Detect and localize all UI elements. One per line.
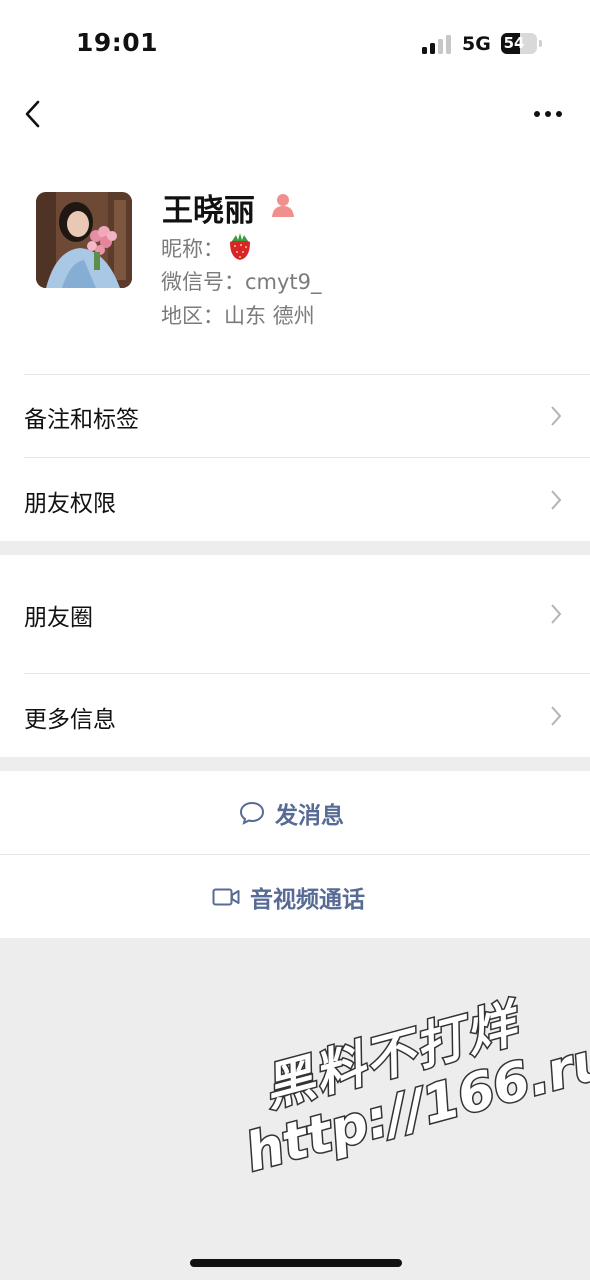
battery-tip [539,40,542,47]
video-camera-icon [212,888,240,905]
more-info-row[interactable]: 更多信息 [0,674,590,757]
female-user-icon [272,194,294,217]
status-time: 19:01 [76,28,159,57]
chevron-right-icon [551,406,562,426]
chat-bubble-icon [239,801,265,825]
chevron-left-icon [25,100,40,128]
battery-icon: 54 [501,33,537,54]
nav-bar [0,88,590,158]
more-info-label: 更多信息 [24,707,116,733]
chevron-right-icon [551,490,562,510]
watermark-line-2: http://166.run [238,1018,590,1185]
remarks-tags-row[interactable]: 备注和标签 [0,374,590,457]
menu-group-1: 备注和标签 朋友权限 [0,374,590,541]
more-horizontal-icon [534,111,562,117]
battery-percent: 54 [503,34,525,52]
watermark-line-1: 黑料不打烊 [256,993,525,1119]
remarks-tags-label: 备注和标签 [24,407,139,433]
avatar-photo [36,192,132,288]
video-call-button[interactable]: 音视频通话 [0,855,590,938]
nickname-label: 昵称： [161,237,224,261]
avatar[interactable] [36,192,132,288]
friend-permissions-label: 朋友权限 [24,491,116,517]
strawberry-emoji [230,233,250,260]
moments-row[interactable]: 朋友圈 [0,555,590,673]
friend-permissions-row[interactable]: 朋友权限 [0,458,590,541]
chevron-right-icon [551,706,562,726]
send-message-label: 发消息 [275,802,344,829]
more-button[interactable] [528,102,568,126]
wechat-id: 微信号：cmyt9_ [161,270,322,294]
region: 地区：山东 德州 [161,304,315,328]
menu-group-2: 朋友圈 更多信息 [0,555,590,757]
video-call-label: 音视频通话 [250,886,365,913]
profile-card: 王晓丽 昵称： 微信号：cmyt9_ 地区：山东 德州 [0,158,590,374]
watermark: 黑料不打烊 http://166.run [222,967,590,1185]
chevron-right-icon [551,604,562,624]
network-type: 5G [462,33,491,55]
send-message-button[interactable]: 发消息 [0,771,590,854]
contact-name: 王晓丽 [162,193,255,229]
signal-strength-icon [422,34,452,54]
home-indicator [190,1259,402,1267]
status-bar: 19:01 5G 54 [0,0,590,88]
back-button[interactable] [20,98,48,132]
moments-label: 朋友圈 [24,605,93,631]
